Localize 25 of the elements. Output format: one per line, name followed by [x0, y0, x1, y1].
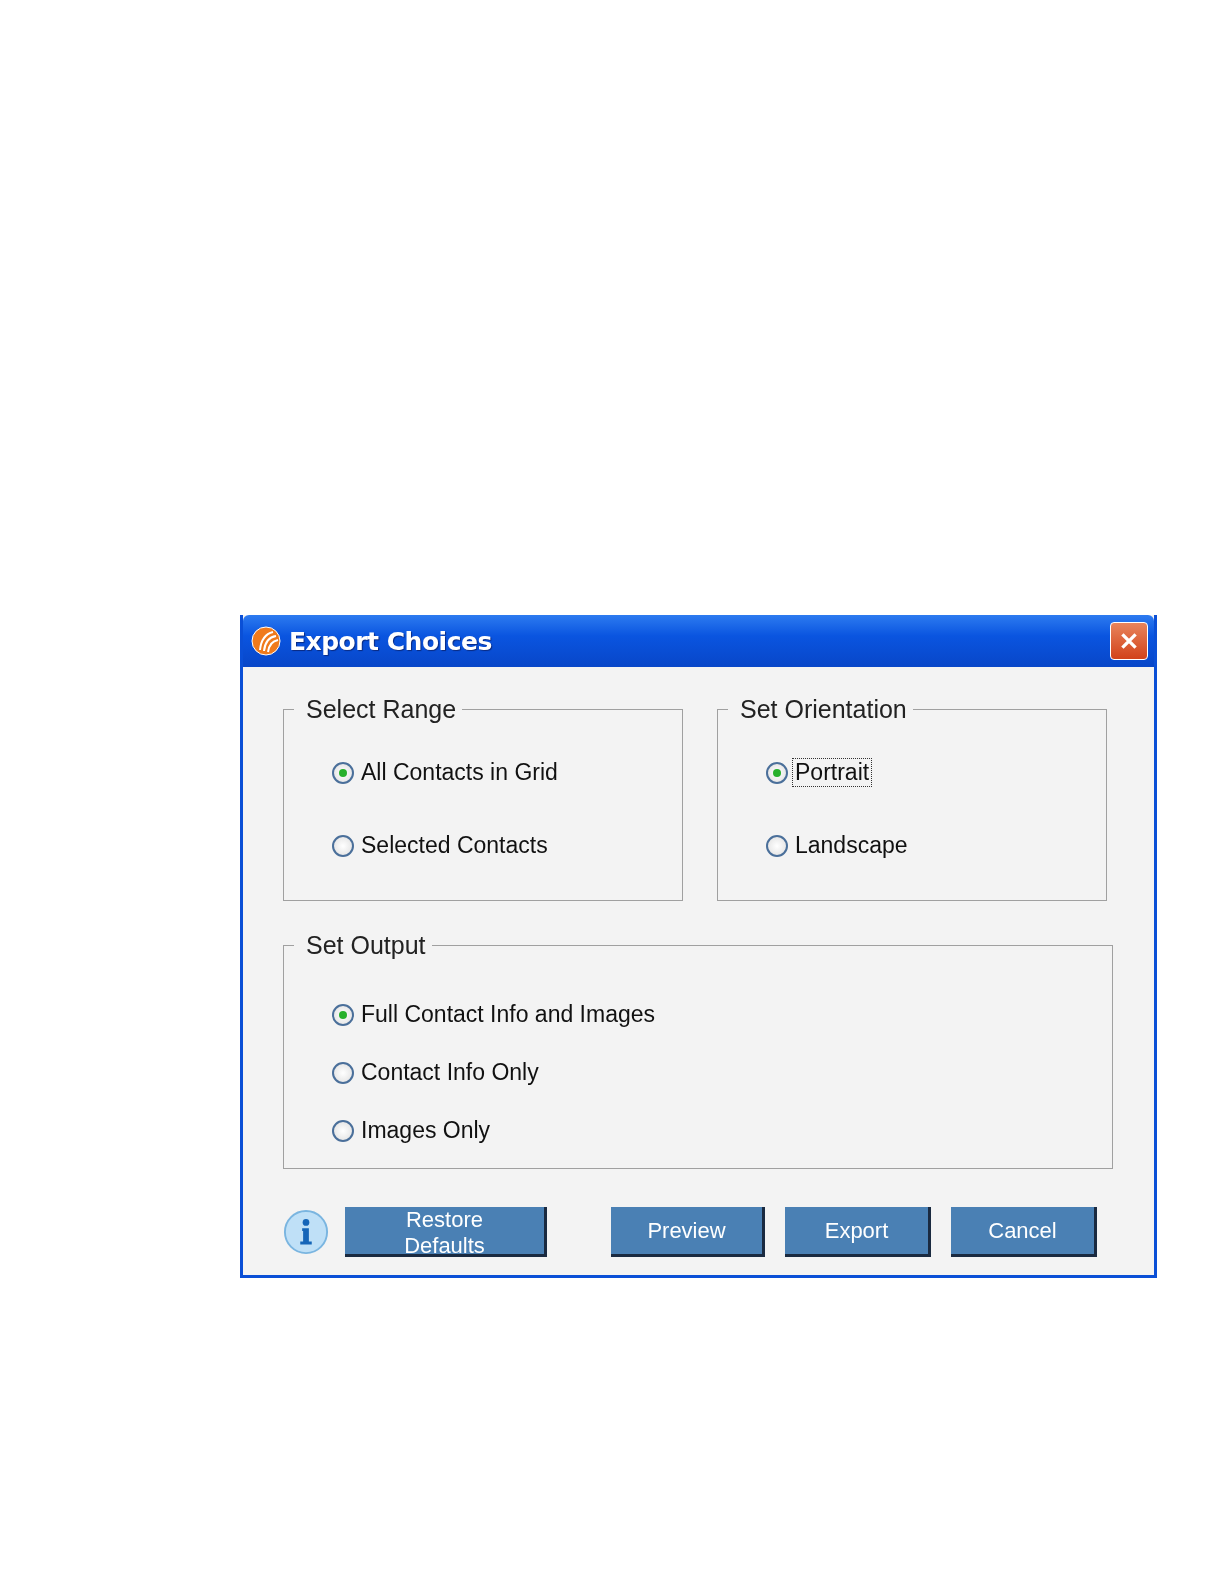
radio-option[interactable]: Landscape	[766, 831, 911, 860]
close-button[interactable]	[1110, 622, 1148, 660]
dialog-button[interactable]: Cancel	[951, 1207, 1097, 1257]
group-title: Set Orientation	[739, 695, 908, 724]
radio-option[interactable]: Selected Contacts	[332, 831, 551, 860]
window-title: Export Choices	[289, 626, 492, 656]
radio-option[interactable]: Contact Info Only	[332, 1058, 542, 1087]
close-icon	[1118, 630, 1140, 652]
radio-button[interactable]	[332, 1119, 354, 1142]
group-title: Set Output	[305, 931, 427, 960]
radio-option[interactable]: Images Only	[332, 1116, 494, 1145]
radio-option[interactable]: Full Contact Info and Images	[332, 1000, 659, 1029]
radio-button[interactable]	[332, 761, 354, 784]
dialog-button[interactable]: Export	[785, 1207, 931, 1257]
radio-button[interactable]	[332, 1003, 354, 1026]
dialog-button[interactable]: Preview	[611, 1207, 765, 1257]
radio-button[interactable]	[332, 834, 354, 857]
radio-button[interactable]	[766, 834, 788, 857]
radio-button[interactable]	[332, 1061, 354, 1084]
app-logo-icon	[251, 626, 281, 656]
group-title: Select Range	[305, 695, 458, 724]
radio-option[interactable]: All Contacts in Grid	[332, 758, 561, 787]
info-icon[interactable]	[283, 1209, 329, 1255]
radio-button[interactable]	[766, 761, 788, 784]
dialog-button[interactable]: Restore Defaults	[345, 1207, 547, 1257]
